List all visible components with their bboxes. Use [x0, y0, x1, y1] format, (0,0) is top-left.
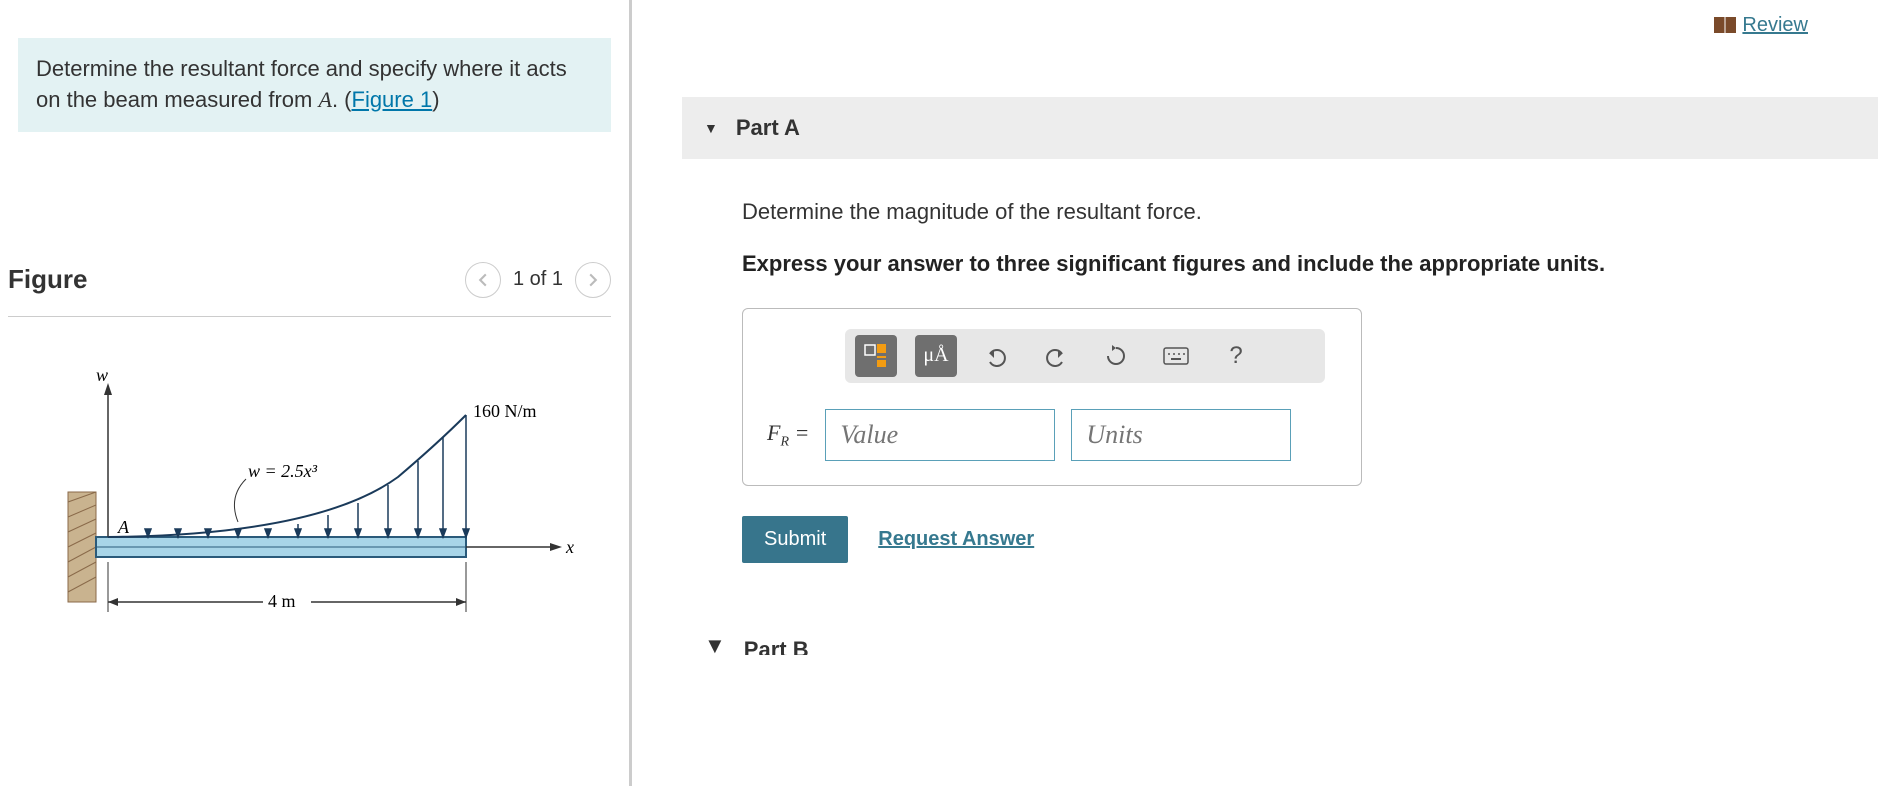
problem-text-suffix: . ( — [332, 87, 352, 112]
formula-var: F — [767, 420, 780, 445]
point-a-label: A — [117, 517, 130, 537]
units-input[interactable] — [1071, 409, 1291, 461]
figure-next-button[interactable] — [575, 262, 611, 298]
load-max-label: 160 N/m — [473, 401, 537, 421]
caret-down-icon: ▼ — [704, 120, 718, 136]
fraction-icon — [862, 342, 890, 370]
figure-title: Figure — [8, 264, 87, 295]
figure-prev-button[interactable] — [465, 262, 501, 298]
submit-button[interactable]: Submit — [742, 516, 848, 563]
undo-icon — [984, 344, 1008, 368]
x-axis-label: x — [565, 537, 574, 557]
chevron-left-icon — [476, 273, 490, 287]
redo-button[interactable] — [1035, 335, 1077, 377]
figure-header: Figure 1 of 1 — [8, 262, 611, 317]
right-panel: Review ▼ Part A Determine the magnitude … — [632, 0, 1878, 786]
w-axis-label: w — [96, 365, 108, 385]
keyboard-button[interactable] — [1155, 335, 1197, 377]
part-a-question: Determine the magnitude of the resultant… — [742, 199, 1842, 225]
part-a-header[interactable]: ▼ Part A — [682, 97, 1878, 159]
figure-diagram: w x — [18, 357, 611, 657]
formula-label: FR = — [767, 420, 809, 450]
request-answer-link[interactable]: Request Answer — [878, 528, 1034, 551]
formula-row: FR = — [767, 409, 1337, 461]
figure-nav: 1 of 1 — [465, 262, 611, 298]
reset-icon — [1104, 344, 1128, 368]
left-panel: Determine the resultant force and specif… — [0, 0, 632, 786]
special-chars-button[interactable]: μÅ — [915, 335, 957, 377]
figure-link[interactable]: Figure 1 — [352, 87, 433, 112]
undo-button[interactable] — [975, 335, 1017, 377]
load-eq-label: w = 2.5x³ — [248, 461, 318, 481]
figure-page-label: 1 of 1 — [513, 268, 563, 291]
review-link[interactable]: Review — [1714, 14, 1808, 36]
template-fraction-button[interactable] — [855, 335, 897, 377]
help-button[interactable]: ? — [1215, 335, 1257, 377]
caret-down-icon: ▼ — [704, 633, 726, 659]
chevron-right-icon — [586, 273, 600, 287]
problem-var: A — [318, 87, 331, 112]
part-a-title: Part A — [736, 115, 800, 141]
reset-button[interactable] — [1095, 335, 1137, 377]
value-input[interactable] — [825, 409, 1055, 461]
part-b-title: Part B — [744, 637, 809, 655]
formula-sub: R — [780, 434, 789, 449]
problem-text-close: ) — [432, 87, 439, 112]
redo-icon — [1044, 344, 1068, 368]
part-b-header[interactable]: ▼ Part B — [682, 623, 1878, 659]
answer-box: μÅ ? FR — [742, 308, 1362, 486]
answer-toolbar: μÅ ? — [845, 329, 1325, 383]
problem-statement: Determine the resultant force and specif… — [18, 38, 611, 132]
part-a-instruction: Express your answer to three significant… — [742, 249, 1842, 280]
formula-equals: = — [789, 420, 809, 445]
problem-text-prefix: Determine the resultant force and specif… — [36, 56, 567, 112]
span-label: 4 m — [268, 591, 296, 611]
keyboard-icon — [1163, 347, 1189, 365]
part-a-body: Determine the magnitude of the resultant… — [742, 199, 1842, 563]
submit-row: Submit Request Answer — [742, 516, 1842, 563]
